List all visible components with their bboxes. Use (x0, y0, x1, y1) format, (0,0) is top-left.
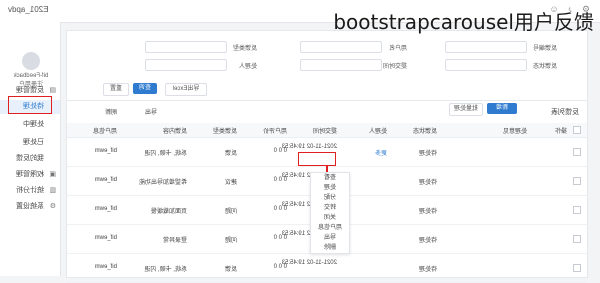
sidebar-item-settings[interactable]: ⚙ 系统设置 (0, 200, 60, 214)
dropdown-item-export[interactable]: 导出 (311, 233, 349, 243)
toolbar-refresh[interactable]: 刷新 (105, 107, 117, 116)
row-user: bif_ewm (94, 148, 117, 154)
row-checkbox[interactable] (573, 235, 581, 243)
th-opinion: 处理意见 (502, 129, 527, 135)
lock-icon: ▣ (49, 171, 56, 178)
th-rating: 用户评价 (262, 129, 287, 135)
search-button[interactable]: 查询 (133, 83, 157, 94)
filter-panel: 反馈编号 用户名 反馈类型 反馈状态 提交时间 处理人 查询 重置 导出Exce… (66, 30, 588, 102)
row-rating: 0 0 0 (273, 148, 287, 154)
row-action-more[interactable]: 更多 (375, 148, 387, 157)
row-content: 页面加载缓慢 (150, 209, 187, 215)
row-user: bif_ewm (94, 235, 117, 241)
add-button[interactable]: 新增 (487, 103, 517, 114)
batch-button[interactable]: 批量处理 (449, 103, 483, 116)
row-time: 2021-11-02 19:45:53 (281, 260, 337, 266)
export-excel-button[interactable]: 导出Excel (165, 83, 207, 96)
row-checkbox[interactable] (573, 177, 581, 185)
dropdown-item-view[interactable]: 查看 (311, 173, 349, 183)
username-input[interactable] (300, 41, 382, 53)
row-type: 问题 (224, 209, 237, 215)
toolbar-export[interactable]: 导出 (145, 107, 157, 116)
table-header: 操作 处理意见 反馈状态 处理人 提交时间 用户评价 反馈类型 反馈内容 用户信… (67, 123, 587, 138)
row-status: 待处理 (418, 209, 437, 215)
sidebar-item-processing[interactable]: 处理中 (0, 118, 60, 132)
filter-label-id: 反馈编号 (532, 46, 557, 52)
row-user: bif_ewm (94, 264, 117, 270)
user-panel: bif-Feedback 注册用户 (6, 52, 56, 88)
sidebar: bif-Feedback 注册用户 ▤ 反馈管理 待处理 处理中 已处理 我的反馈… (0, 22, 61, 276)
th-action: 操作 (554, 129, 567, 135)
status-select[interactable] (445, 59, 527, 71)
watermark-caption: bootstrapcarousel用户反馈 (333, 10, 594, 34)
th-handler: 处理人 (368, 129, 387, 135)
filter-label-type: 反馈类型 (232, 46, 257, 52)
type-select[interactable] (145, 41, 227, 53)
select-all-checkbox[interactable] (573, 126, 581, 134)
row-type: 建议 (224, 180, 237, 186)
row-rating: 0 0 0 (273, 235, 287, 241)
dropdown-item-handle[interactable]: 处理 (311, 183, 349, 193)
row-checkbox[interactable] (573, 148, 581, 156)
row-time: 2021-11-02 19:45:53 (281, 144, 337, 150)
row-content: 系统, 卡顿, 闪退 (144, 267, 187, 273)
row-content: 希望增加导出功能 (138, 180, 187, 186)
row-status: 待处理 (418, 180, 437, 186)
filter-label-status: 反馈状态 (532, 64, 557, 70)
time-picker[interactable] (300, 59, 382, 71)
filter-label-user: 用户名 (388, 46, 407, 52)
row-type: 问题 (224, 238, 237, 244)
dropdown-item-delete[interactable]: 删除 (311, 243, 349, 253)
sidebar-item-permissions[interactable]: ▣ 权限管理 (0, 168, 60, 182)
row-content: 系统, 卡顿, 闪退 (144, 151, 187, 157)
th-type: 反馈类型 (212, 129, 237, 135)
filter-label-handler: 处理人 (238, 64, 257, 70)
feedback-id-input[interactable] (445, 41, 527, 53)
th-status: 反馈状态 (412, 129, 437, 135)
gear-icon: ⚙ (49, 203, 56, 210)
row-status: 待处理 (418, 151, 437, 157)
row-type: 反馈 (224, 267, 237, 273)
handler-select[interactable] (145, 59, 227, 71)
table-row[interactable]: 待处理 2021-11-02 19:45:53 0 0 0 反馈 系统, 卡顿,… (67, 254, 587, 283)
row-status: 待处理 (418, 267, 437, 273)
dropdown-item-transfer[interactable]: 转交 (311, 203, 349, 213)
dropdown-item-userinfo[interactable]: 用户信息 (311, 223, 349, 233)
row-rating: 0 0 0 (273, 177, 287, 183)
dropdown-item-assign[interactable]: 分配 (311, 193, 349, 203)
table-title: 反馈列表 (551, 109, 579, 116)
highlight-box-sidebar (8, 96, 52, 114)
row-user: bif_ewm (94, 206, 117, 212)
th-time: 提交时间 (312, 129, 337, 135)
app-window: E201_apdv ⚙ ♪ ☺ bif-Feedback 注册用户 ▤ 反馈管理 … (0, 0, 600, 283)
row-checkbox[interactable] (573, 206, 581, 214)
chart-icon: ▥ (49, 187, 56, 194)
th-content: 反馈内容 (162, 129, 187, 135)
row-checkbox[interactable] (573, 264, 581, 272)
dropdown-item-close[interactable]: 关闭 (311, 213, 349, 223)
sidebar-item-done[interactable]: 已处理 (0, 136, 60, 150)
row-action-dropdown: 查看 处理 分配 转交 关闭 用户信息 导出 删除 (310, 172, 350, 254)
reset-button[interactable]: 重置 (103, 83, 129, 96)
row-content: 登录异常 (162, 238, 187, 244)
avatar (22, 52, 40, 70)
th-user: 用户信息 (92, 129, 117, 135)
row-type: 反馈 (224, 151, 237, 157)
filter-label-time: 提交时间 (382, 64, 407, 70)
row-status: 待处理 (418, 238, 437, 244)
row-rating: 0 0 0 (273, 206, 287, 212)
brand-title: E201_apdv (8, 5, 49, 14)
highlight-box-more (298, 152, 336, 166)
row-user: bif_ewm (94, 177, 117, 183)
row-rating: 0 0 0 (273, 264, 287, 270)
sidebar-item-mine[interactable]: 我的反馈 (0, 152, 60, 166)
sidebar-item-stats[interactable]: ▥ 统计分析 (0, 184, 60, 198)
